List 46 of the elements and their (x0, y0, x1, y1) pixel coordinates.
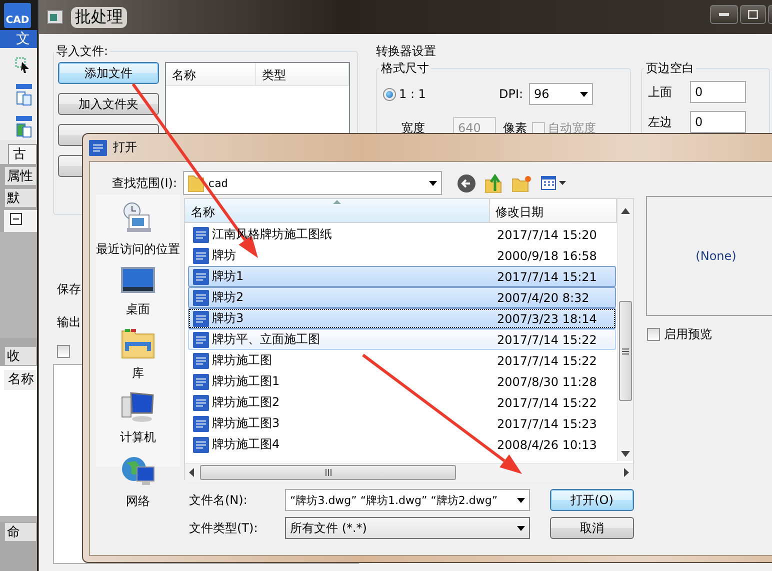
field-label: 上面 (648, 84, 673, 100)
file-name: 牌坊施工图4 (212, 436, 280, 453)
file-name: 牌坊3 (212, 310, 244, 327)
app-logo: CAD (4, 2, 31, 28)
file-date: 2017/7/14 15:23 (496, 416, 597, 430)
field-label: DPI: (499, 87, 524, 101)
field-label: 左边 (648, 114, 673, 130)
file-date: 2008/4/26 10:13 (496, 438, 597, 452)
field-label: 保存 (57, 281, 81, 298)
file-name: 牌坊施工图1 (212, 373, 280, 390)
file-date: 2000/9/18 16:58 (496, 248, 597, 262)
window-title: 批处理 (71, 6, 127, 28)
field-label: 宽度 (401, 120, 426, 136)
file-date: 2017/7/14 15:20 (496, 228, 597, 242)
checkbox-label: 自动宽度 (548, 120, 596, 136)
file-date: 2017/7/14 15:22 (496, 396, 597, 410)
unit-label: 像素 (503, 120, 527, 136)
file-name: 牌坊2 (212, 289, 244, 306)
file-date: 2007/8/30 11:28 (496, 374, 597, 388)
file-date: 2017/7/14 15:22 (496, 354, 597, 368)
panel-header: 属性 (4, 166, 37, 186)
file-date: 2017/7/14 15:21 (496, 270, 597, 284)
section-title: 转换器设置 (376, 43, 437, 60)
file-name: 牌坊1 (212, 268, 244, 285)
group-title: 格式尺寸 (380, 60, 430, 77)
field-label: 查找范围(I): (111, 174, 178, 192)
file-name: 牌坊施工图 (212, 352, 272, 369)
radio-label: 1 : 1 (399, 87, 427, 101)
file-name: 牌坊施工图2 (212, 394, 280, 411)
checkbox-label: 启用预览 (664, 326, 712, 343)
group-title: 导入文件: (55, 43, 110, 60)
column-header: 名称 (4, 370, 37, 390)
field-label: 输出 (57, 314, 81, 331)
panel-header: 命 (4, 522, 37, 542)
file-name: 牌坊平、立面施工图 (212, 331, 320, 348)
field-label: 文件类型(T): (189, 520, 259, 536)
file-name: 牌坊 (212, 247, 236, 264)
preview-pane: (None) (646, 196, 772, 316)
file-name: 牌坊施工图3 (212, 415, 280, 432)
panel-header: 收 (4, 346, 37, 366)
file-date: 2007/3/23 18:14 (496, 312, 597, 326)
group-title: 页边空白 (645, 60, 695, 77)
window-title: 打开 (113, 139, 137, 156)
file-date: 2007/4/20 8:32 (496, 290, 590, 304)
file-date: 2017/7/14 15:22 (496, 332, 597, 346)
field-label: 文件名(N): (189, 492, 248, 508)
